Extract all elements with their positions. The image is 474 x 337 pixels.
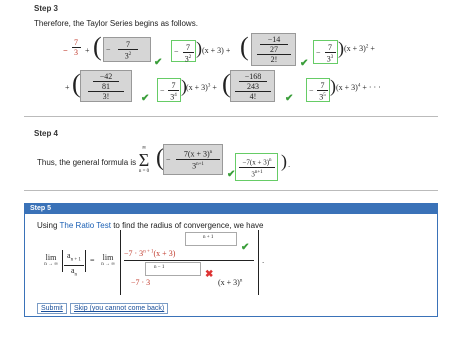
term4-factor: (x + 3)4 + · · · <box>336 83 381 92</box>
check-icon: ✔ <box>154 57 163 68</box>
step4-period: . <box>288 160 291 169</box>
open-paren: ( <box>240 32 249 61</box>
term4-answer-box[interactable]: − 7 35 <box>306 78 330 102</box>
plus-sign: + <box>85 46 90 55</box>
term0-fraction: 7 3 <box>71 38 81 57</box>
exponent-input-top[interactable]: n + 1 <box>185 232 237 246</box>
term1-gray-fraction: 7 32 <box>114 40 142 61</box>
term2-factor: (x + 3)2 + <box>344 44 375 53</box>
step3-intro: Therefore, the Taylor Series begins as f… <box>34 19 198 28</box>
term4-gray-box[interactable]: −168 243 4! <box>230 70 275 102</box>
wrong-icon: ✖ <box>205 269 214 280</box>
ratio-test-link[interactable]: The Ratio Test <box>60 221 111 230</box>
exponent-input-mid[interactable]: n − 1 <box>145 262 201 276</box>
abs-bar-big-right <box>258 230 259 295</box>
divider <box>24 116 438 117</box>
term3-factor: (x + 3)3 + <box>186 83 217 92</box>
check-icon: ✔ <box>300 58 309 69</box>
abs-bar-big-left <box>120 230 121 295</box>
term1-gray-box[interactable]: − 7 32 <box>103 37 151 62</box>
denominator-factor: (x + 3)n <box>218 278 243 287</box>
term3-gray-box[interactable]: −42 81 3! <box>80 70 132 102</box>
open-paren: ( <box>93 32 102 61</box>
check-icon: ✔ <box>285 93 294 104</box>
term3-answer-box[interactable]: − 7 34 <box>157 78 181 102</box>
submit-button[interactable]: Submit <box>37 303 67 314</box>
limit-left: lim n → ∞ <box>44 253 58 267</box>
term2-gray-box[interactable]: −14 27 2! <box>251 33 296 66</box>
step5-period: . <box>262 256 265 265</box>
ratio-fraction: an + 1 an <box>63 251 85 279</box>
summation: ∞ Σ n = 0 <box>135 145 153 179</box>
abs-bar-right <box>85 250 86 272</box>
step4-answer-box[interactable]: −7(x + 3)n 3n+1 <box>235 153 278 181</box>
ratio-numerator: −7 · 3n + 1(x + 3) <box>124 249 176 258</box>
plus-sign: + <box>65 83 70 92</box>
check-icon: ✔ <box>141 93 150 104</box>
step4-intro: Thus, the general formula is <box>37 158 137 167</box>
term2-answer-box[interactable]: − 7 33 <box>313 40 338 64</box>
ratio-denominator: −7 · 3 <box>131 278 151 287</box>
equals-sign: = <box>90 256 95 265</box>
close-paren: ) <box>281 151 287 171</box>
skip-button[interactable]: Skip (you cannot come back) <box>70 303 169 314</box>
step5-title: Step 5 <box>24 203 438 214</box>
limit-right: lim n → ∞ <box>101 253 115 267</box>
step4-title: Step 4 <box>34 129 59 138</box>
divider <box>24 190 438 191</box>
step3-title: Step 3 <box>34 4 59 13</box>
term0-sign: − <box>63 46 68 55</box>
step5-intro: Using The Ratio Test to find the radius … <box>37 221 264 230</box>
term1-factor: (x + 3) + <box>202 46 231 55</box>
fraction-bar <box>124 260 254 261</box>
check-icon: ✔ <box>241 242 250 253</box>
term1-answer-box[interactable]: − 7 32 <box>171 40 196 64</box>
step4-gray-box[interactable]: − 7(x + 3)n 3n+1 <box>163 144 223 175</box>
sigma-icon: Σ <box>138 150 150 170</box>
